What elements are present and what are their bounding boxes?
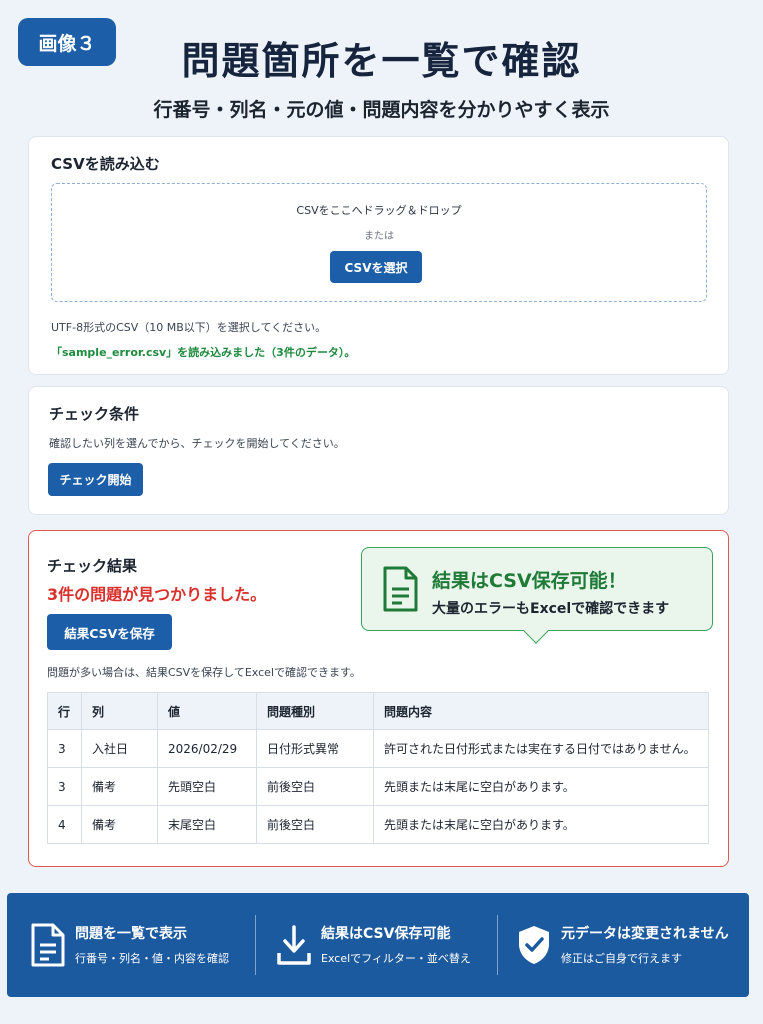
column-header: 行 <box>47 692 82 730</box>
table-cell: 先頭または末尾に空白があります。 <box>373 805 709 844</box>
start-check-button[interactable]: チェック開始 <box>48 463 143 496</box>
feature-list-view: 問題を一覧で表示 行番号・列名・値・内容を確認 <box>15 893 255 997</box>
column-header: 問題内容 <box>373 692 709 730</box>
feature-divider <box>497 915 498 975</box>
feature-subtitle: 行番号・列名・値・内容を確認 <box>75 952 229 965</box>
table-row: 4 備考 末尾空白 前後空白 先頭または末尾に空白があります。 <box>47 805 709 844</box>
select-csv-button[interactable]: CSVを選択 <box>330 251 422 283</box>
conditions-card-title: チェック条件 <box>49 405 140 423</box>
check-conditions-card: チェック条件 確認したい列を選んでから、チェックを開始してください。 チェック開… <box>28 386 729 515</box>
feature-subtitle: 修正はご自身で行えます <box>561 952 682 965</box>
feature-title: 元データは変更されません <box>561 926 729 942</box>
results-card-title: チェック結果 <box>47 557 138 575</box>
feature-title: 結果はCSV保存可能 <box>321 926 451 942</box>
conditions-description: 確認したい列を選んでから、チェックを開始してください。 <box>49 437 345 450</box>
table-cell: 日付形式異常 <box>256 729 374 768</box>
column-header: 問題種別 <box>256 692 374 730</box>
page-subheadline: 行番号・列名・元の値・問題内容を分かりやすく表示 <box>153 99 610 121</box>
csv-save-callout: 結果はCSV保存可能！ 大量のエラーもExcelで確認できます <box>361 547 713 644</box>
table-cell: 前後空白 <box>256 767 374 806</box>
dropzone-text: CSVをここへドラッグ＆ドロップ <box>296 204 462 217</box>
upload-status-message: 「sample_error.csv」を読み込みました（3件のデータ）。 <box>51 346 356 359</box>
feature-divider <box>255 915 256 975</box>
download-icon <box>277 925 311 965</box>
csv-dropzone[interactable]: CSVをここへドラッグ＆ドロップ または CSVを選択 <box>51 183 707 302</box>
table-cell: 備考 <box>81 805 158 844</box>
callout-subtitle: 大量のエラーもExcelで確認できます <box>432 601 670 617</box>
document-icon <box>383 566 418 612</box>
save-results-csv-button[interactable]: 結果CSVを保存 <box>47 614 172 650</box>
table-cell: 3 <box>47 767 82 806</box>
table-cell: 先頭空白 <box>157 767 257 806</box>
page-headline: 問題箇所を一覧で確認 <box>181 39 582 83</box>
column-header: 列 <box>81 692 158 730</box>
callout-tail <box>523 618 549 644</box>
csv-upload-card: CSVを読み込む CSVをここへドラッグ＆ドロップ または CSVを選択 UTF… <box>28 136 729 375</box>
check-results-card: チェック結果 3件の問題が見つかりました。 結果CSVを保存 問題が多い場合は、… <box>28 530 729 867</box>
column-header: 値 <box>157 692 257 730</box>
document-icon <box>31 923 65 967</box>
table-cell: 許可された日付形式または実在する日付ではありません。 <box>373 729 709 768</box>
feature-title: 問題を一覧で表示 <box>75 926 187 942</box>
table-row: 3 入社日 2026/02/29 日付形式異常 許可された日付形式または実在する… <box>47 729 709 768</box>
results-count-message: 3件の問題が見つかりました。 <box>47 585 267 604</box>
feature-banner: 問題を一覧で表示 行番号・列名・値・内容を確認 結果はCSV保存可能 Excel… <box>7 893 749 997</box>
results-table: 行 列 値 問題種別 問題内容 3 入社日 2026/02/29 日付形式異常 … <box>47 692 709 844</box>
upload-card-title: CSVを読み込む <box>51 155 160 173</box>
callout-title: 結果はCSV保存可能！ <box>432 570 627 592</box>
table-cell: 前後空白 <box>256 805 374 844</box>
dropzone-or-text: または <box>364 231 394 242</box>
results-note: 問題が多い場合は、結果CSVを保存してExcelで確認できます。 <box>47 666 361 679</box>
table-cell: 2026/02/29 <box>157 729 257 768</box>
feature-csv-save: 結果はCSV保存可能 Excelでフィルター・並べ替え <box>261 893 497 997</box>
feature-data-unchanged: 元データは変更されません 修正はご自身で行えます <box>501 893 747 997</box>
shield-check-icon <box>519 926 549 964</box>
table-cell: 4 <box>47 805 82 844</box>
upload-format-note: UTF-8形式のCSV（10 MB以下）を選択してください。 <box>51 321 327 334</box>
table-cell: 入社日 <box>81 729 158 768</box>
table-cell: 備考 <box>81 767 158 806</box>
table-cell: 末尾空白 <box>157 805 257 844</box>
feature-subtitle: Excelでフィルター・並べ替え <box>321 952 471 965</box>
table-header-row: 行 列 値 問題種別 問題内容 <box>47 692 709 730</box>
table-cell: 先頭または末尾に空白があります。 <box>373 767 709 806</box>
table-row: 3 備考 先頭空白 前後空白 先頭または末尾に空白があります。 <box>47 767 709 806</box>
table-cell: 3 <box>47 729 82 768</box>
